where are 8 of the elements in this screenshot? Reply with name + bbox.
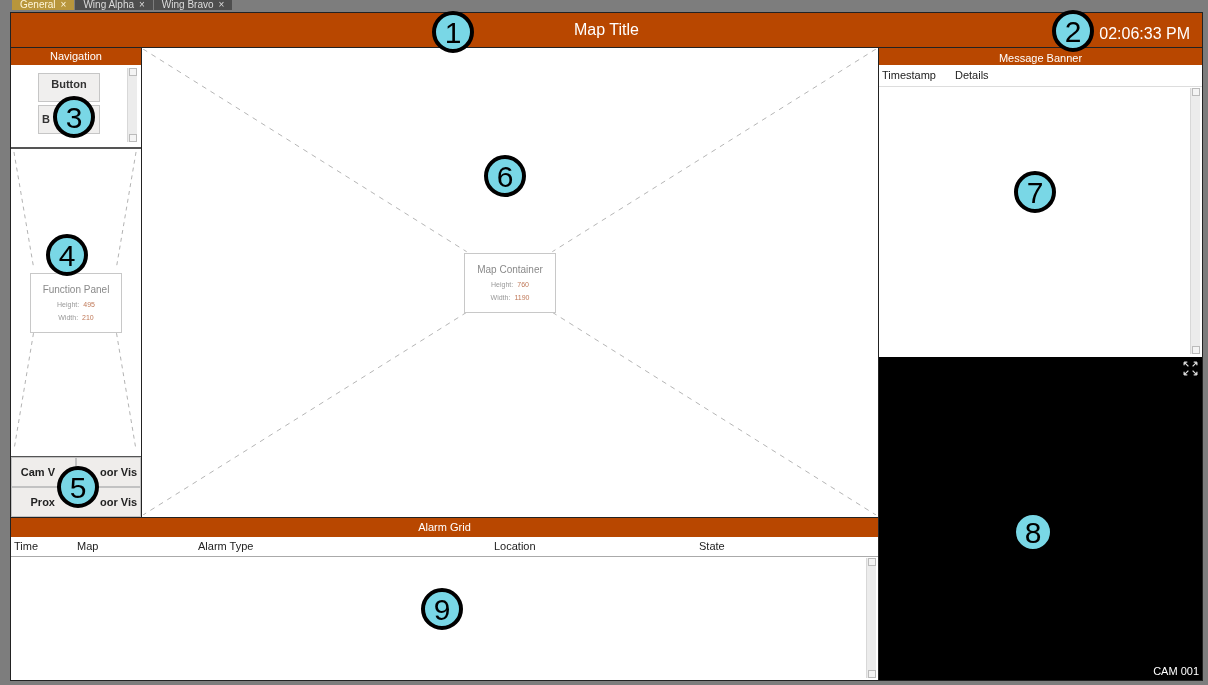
- placeholder-title: Map Container: [477, 262, 543, 277]
- panel-header: Alarm Grid: [11, 518, 878, 537]
- map-title: Map Title: [574, 20, 639, 40]
- camera-label: CAM 001: [1153, 663, 1199, 679]
- clock-time: 02:06:33 PM: [1099, 24, 1190, 44]
- panel-header: Navigation: [11, 48, 141, 65]
- panel-header: Message Banner: [879, 48, 1202, 65]
- placeholder-title: Function Panel: [42, 282, 110, 297]
